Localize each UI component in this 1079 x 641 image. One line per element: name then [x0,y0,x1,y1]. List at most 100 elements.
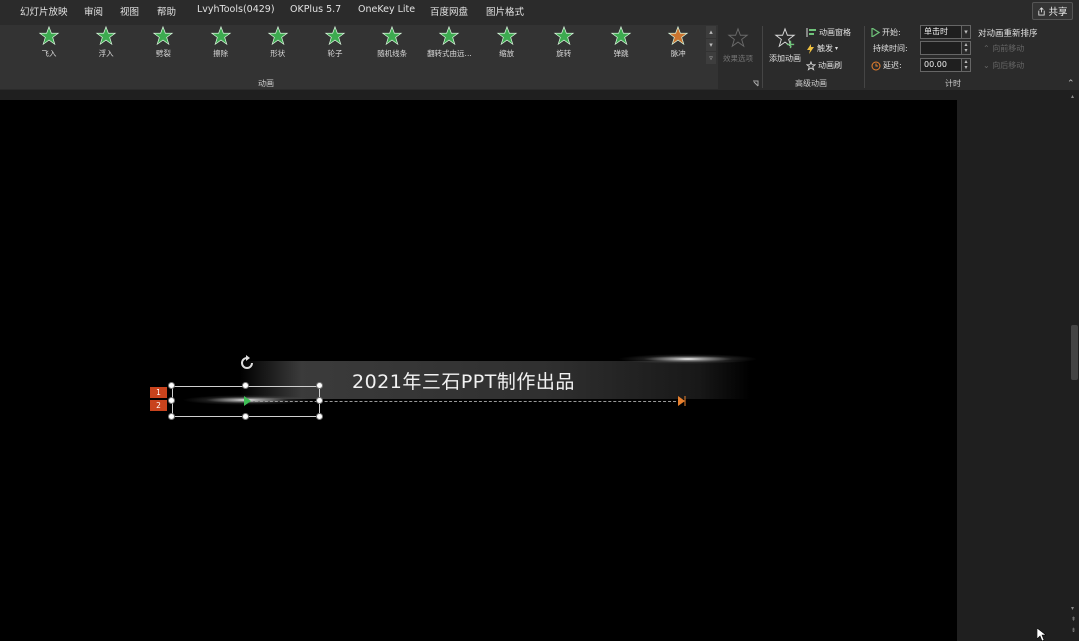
group-label-timing: 计时 [945,79,961,88]
fly-in-star-icon [38,25,60,46]
group-label-animation: 动画 [258,79,274,88]
animation-label: 脉冲 [670,49,686,58]
animation-9[interactable]: 旋转 [536,25,592,65]
animation-label: 缩放 [499,49,515,58]
grow-turn-star-icon [439,25,460,46]
animation-pane-icon [806,28,816,37]
animation-10[interactable]: 弹跳 [593,25,649,65]
animation-1[interactable]: 浮入 [78,25,134,65]
lightning-icon [807,43,814,54]
ribbon-divider [762,26,763,88]
animation-painter-label: 动画刷 [818,61,842,70]
menu-onekey[interactable]: OneKey Lite [358,4,415,15]
animation-11[interactable]: 脉冲 [650,25,706,65]
resize-handle[interactable] [168,413,175,420]
menu-review[interactable]: 审阅 [84,4,103,18]
share-button[interactable]: 共享 [1032,2,1073,20]
animation-label: 擦除 [213,49,229,58]
duration-label: 持续时间: [873,44,908,53]
menu-slideshow[interactable]: 幻灯片放映 [20,4,68,18]
prev-slide-icon[interactable]: ⇞ [1071,617,1076,623]
delay-input[interactable]: 00.00 [920,58,962,72]
animation-label: 飞入 [41,49,57,58]
start-dropdown-button[interactable]: ▾ [961,25,971,39]
add-animation-button[interactable]: 添加动画 [766,27,804,71]
add-animation-icon [774,27,796,49]
animation-label: 浮入 [98,49,114,58]
animation-5[interactable]: 轮子 [307,25,363,65]
resize-handle[interactable] [316,397,323,404]
animation-order-tag[interactable]: 1 [150,387,167,398]
share-label: 共享 [1048,7,1068,18]
ribbon-divider [864,26,865,88]
rotate-icon[interactable] [239,355,255,371]
animation-3[interactable]: 擦除 [193,25,249,65]
slide-title[interactable]: 2021年三石PPT制作出品 [352,367,575,394]
effect-options-button[interactable]: 效果选项 [719,27,757,71]
start-label: 开始: [882,28,901,37]
menu-picture-format[interactable]: 图片格式 [486,4,524,18]
resize-handle[interactable] [242,413,249,420]
dialog-launcher-icon[interactable] [752,80,759,87]
collapse-ribbon-icon[interactable]: ⌃ [1067,79,1075,89]
animation-6[interactable]: 随机线条 [364,25,420,65]
gallery-scroll-up-button[interactable]: ▴ [706,26,716,38]
menu-baidu-pan[interactable]: 百度网盘 [430,4,468,18]
animation-label: 轮子 [327,49,343,58]
animation-label: 旋转 [556,49,572,58]
reorder-title: 对动画重新排序 [978,29,1038,39]
wheel-star-icon [324,25,346,46]
animation-label: 形状 [270,49,286,58]
play-icon [871,28,880,37]
animation-order-tag[interactable]: 2 [150,400,167,411]
animation-pane-button[interactable]: 动画窗格 [806,26,851,39]
gallery-more-button[interactable]: ▿ [706,52,716,64]
menu-view[interactable]: 视图 [120,4,139,18]
animation-0[interactable]: 飞入 [21,25,77,65]
gallery-scroll-down-button[interactable]: ▾ [706,39,716,51]
scroll-up-icon[interactable]: ▴ [1071,94,1074,100]
resize-handle[interactable] [168,382,175,389]
zoom-star-icon [496,25,517,46]
animation-painter-icon [806,60,816,71]
animation-4[interactable]: 形状 [250,25,306,65]
resize-handle[interactable] [242,382,249,389]
animation-label: 弹跳 [613,49,629,58]
trigger-button[interactable]: 触发 ▾ [806,42,838,55]
move-later-label: 向后移动 [992,61,1025,70]
duration-spinner[interactable]: ▴ ▾ [961,41,971,55]
menu-help[interactable]: 帮助 [157,4,176,18]
move-earlier-button[interactable]: ⌃ 向前移动 [983,43,1024,54]
start-select[interactable]: 单击时 [920,25,962,39]
effect-options-icon [727,27,749,48]
animation-pane-label: 动画窗格 [819,28,851,37]
resize-handle[interactable] [316,413,323,420]
chevron-down-icon: ⌄ [983,61,990,70]
next-slide-icon[interactable]: ⇟ [1071,628,1076,634]
ribbon: 飞入 浮入 劈裂 擦除 形状 轮子 随机线条 翻转式由远... 缩放 旋转 弹跳 脉冲 ▴ ▾ ▿ 效… [0,22,1079,90]
resize-handle[interactable] [316,382,323,389]
light-flare [618,354,758,364]
random-bars-star-icon [381,25,403,46]
move-later-button[interactable]: ⌄ 向后移动 [983,60,1024,71]
animation-8[interactable]: 缩放 [479,25,535,65]
delay-clock-icon [871,61,881,70]
delay-spinner[interactable]: ▴ ▾ [961,58,971,72]
effect-options-label: 效果选项 [723,54,753,63]
menu-lvyhtools[interactable]: LvyhTools(0429) [197,4,275,15]
move-earlier-label: 向前移动 [992,44,1025,53]
animation-2[interactable]: 劈裂 [135,25,191,65]
resize-handle[interactable] [168,397,175,404]
menu-okplus[interactable]: OKPlus 5.7 [290,4,341,15]
scroll-down-icon[interactable]: ▾ [1071,606,1074,612]
animation-painter-button[interactable]: 动画刷 [806,59,842,72]
path-end-icon [678,396,686,406]
animation-7[interactable]: 翻转式由远... [421,25,477,65]
share-icon [1038,6,1046,16]
duration-row: 持续时间: [871,41,908,56]
duration-input[interactable] [920,41,962,55]
bounce-star-icon [610,25,632,46]
scrollbar-thumb[interactable] [1071,325,1078,380]
shape-star-icon [267,25,289,46]
trigger-label: 触发 [817,44,833,53]
